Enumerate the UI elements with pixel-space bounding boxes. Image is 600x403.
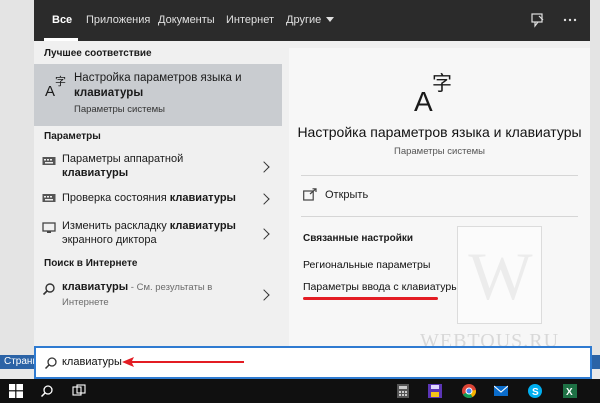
open-label: Открыть — [325, 189, 369, 201]
keyboard-icon — [42, 157, 56, 165]
search-panel: Все Приложения Документы Интернет Другие… — [34, 0, 590, 355]
language-keyboard-icon: A 字 — [414, 71, 452, 114]
chevron-right-icon — [258, 228, 270, 240]
best-match-subtitle: Параметры системы — [74, 104, 165, 115]
item-keyboard-status-bold: клавиатуры — [169, 192, 236, 204]
best-match-title-line1: Настройка параметров языка и — [74, 72, 242, 84]
detail-subtitle: Параметры системы — [394, 146, 485, 157]
link-keyboard-input-settings[interactable]: Параметры ввода с клавиатуры — [303, 281, 459, 293]
tab-internet[interactable]: Интернет — [226, 0, 274, 41]
item-hardware-keyboard-line1: Параметры аппаратной — [62, 153, 184, 165]
chevron-right-icon — [258, 193, 270, 205]
taskbar: S X — [0, 379, 600, 403]
related-settings-header: Связанные настройки — [303, 233, 414, 244]
watermark-letter: W — [468, 238, 533, 314]
feedback-icon[interactable] — [530, 12, 546, 28]
svg-text:S: S — [532, 387, 539, 398]
best-match-title: Настройка параметров языка и клавиатуры — [74, 71, 274, 101]
list-item[interactable]: Изменить раскладку клавиатуры экранного д… — [34, 219, 282, 251]
search-box[interactable]: клавиатуры — [34, 346, 592, 379]
web-search-text: клавиатуры - См. результаты в Интернете — [62, 280, 252, 310]
background-page — [0, 0, 34, 355]
item-narrator-layout-prefix: Изменить раскладку — [62, 220, 170, 232]
item-narrator-layout-bold: клавиатуры — [169, 220, 236, 232]
web-search-suffix: - См. результаты в — [128, 282, 213, 293]
save-disk-icon[interactable] — [428, 384, 442, 398]
list-item[interactable]: Параметры аппаратной клавиатуры — [34, 152, 282, 184]
tab-all[interactable]: Все — [52, 0, 72, 41]
tab-apps[interactable]: Приложения — [86, 0, 150, 41]
search-icon — [42, 283, 55, 296]
svg-text:字: 字 — [432, 71, 452, 95]
tab-other-label: Другие — [286, 14, 322, 26]
best-match-header: Лучшее соответствие — [44, 48, 152, 59]
divider — [301, 216, 578, 217]
item-keyboard-status-text: Проверка состояния клавиатуры — [62, 191, 252, 205]
chrome-icon[interactable] — [462, 384, 476, 398]
item-hardware-keyboard-line2: клавиатуры — [62, 167, 129, 179]
background-status-label: Страни — [4, 356, 39, 367]
annotation-arrow — [122, 357, 244, 367]
open-icon — [303, 188, 317, 201]
search-icon — [44, 357, 57, 370]
calculator-icon[interactable] — [396, 384, 410, 398]
web-search-header: Поиск в Интернете — [44, 258, 138, 269]
windows-start-icon[interactable] — [9, 384, 23, 398]
mail-icon[interactable] — [494, 384, 508, 398]
monitor-icon — [42, 222, 56, 233]
svg-text:A: A — [414, 86, 433, 114]
language-keyboard-icon: A 字 — [45, 74, 66, 98]
svg-text:字: 字 — [55, 74, 66, 88]
watermark-logo: W — [457, 226, 542, 324]
detail-title: Настройка параметров языка и клавиатуры — [297, 124, 582, 140]
search-input[interactable]: клавиатуры — [62, 356, 122, 368]
tab-other[interactable]: Другие — [286, 0, 335, 41]
more-options-icon[interactable] — [562, 12, 578, 28]
web-search-item[interactable]: клавиатуры - См. результаты в Интернете — [34, 280, 282, 312]
divider — [301, 175, 578, 176]
best-match-title-line2: клавиатуры — [74, 87, 144, 99]
list-item[interactable]: Проверка состояния клавиатуры — [34, 191, 282, 213]
chevron-down-icon — [326, 17, 335, 22]
best-match-item[interactable]: A 字 Настройка параметров языка и клавиату… — [34, 64, 282, 126]
item-narrator-layout-text: Изменить раскладку клавиатуры экранного д… — [62, 219, 252, 247]
web-search-line2: Интернете — [62, 297, 109, 308]
item-narrator-layout-line2: экранного диктора — [62, 234, 157, 246]
filter-tab-bar: Все Приложения Документы Интернет Другие — [34, 0, 590, 41]
item-hardware-keyboard-text: Параметры аппаратной клавиатуры — [62, 152, 252, 180]
results-list: Лучшее соответствие A 字 Настройка параме… — [34, 41, 282, 355]
svg-text:A: A — [45, 83, 55, 98]
chevron-right-icon — [258, 161, 270, 173]
web-search-query: клавиатуры — [62, 281, 129, 293]
search-icon[interactable] — [40, 384, 54, 398]
settings-header: Параметры — [44, 131, 101, 142]
detail-pane: A 字 Настройка параметров языка и клавиат… — [289, 48, 590, 355]
annotation-underline — [303, 297, 438, 300]
skype-icon[interactable]: S — [528, 384, 542, 398]
link-regional-settings[interactable]: Региональные параметры — [303, 259, 430, 271]
item-keyboard-status-prefix: Проверка состояния — [62, 192, 170, 204]
excel-icon[interactable]: X — [563, 384, 577, 398]
svg-text:X: X — [566, 387, 573, 398]
task-view-icon[interactable] — [72, 384, 86, 398]
chevron-right-icon — [258, 289, 270, 301]
tab-documents[interactable]: Документы — [158, 0, 215, 41]
keyboard-icon — [42, 194, 56, 202]
background-page-right — [590, 0, 600, 355]
